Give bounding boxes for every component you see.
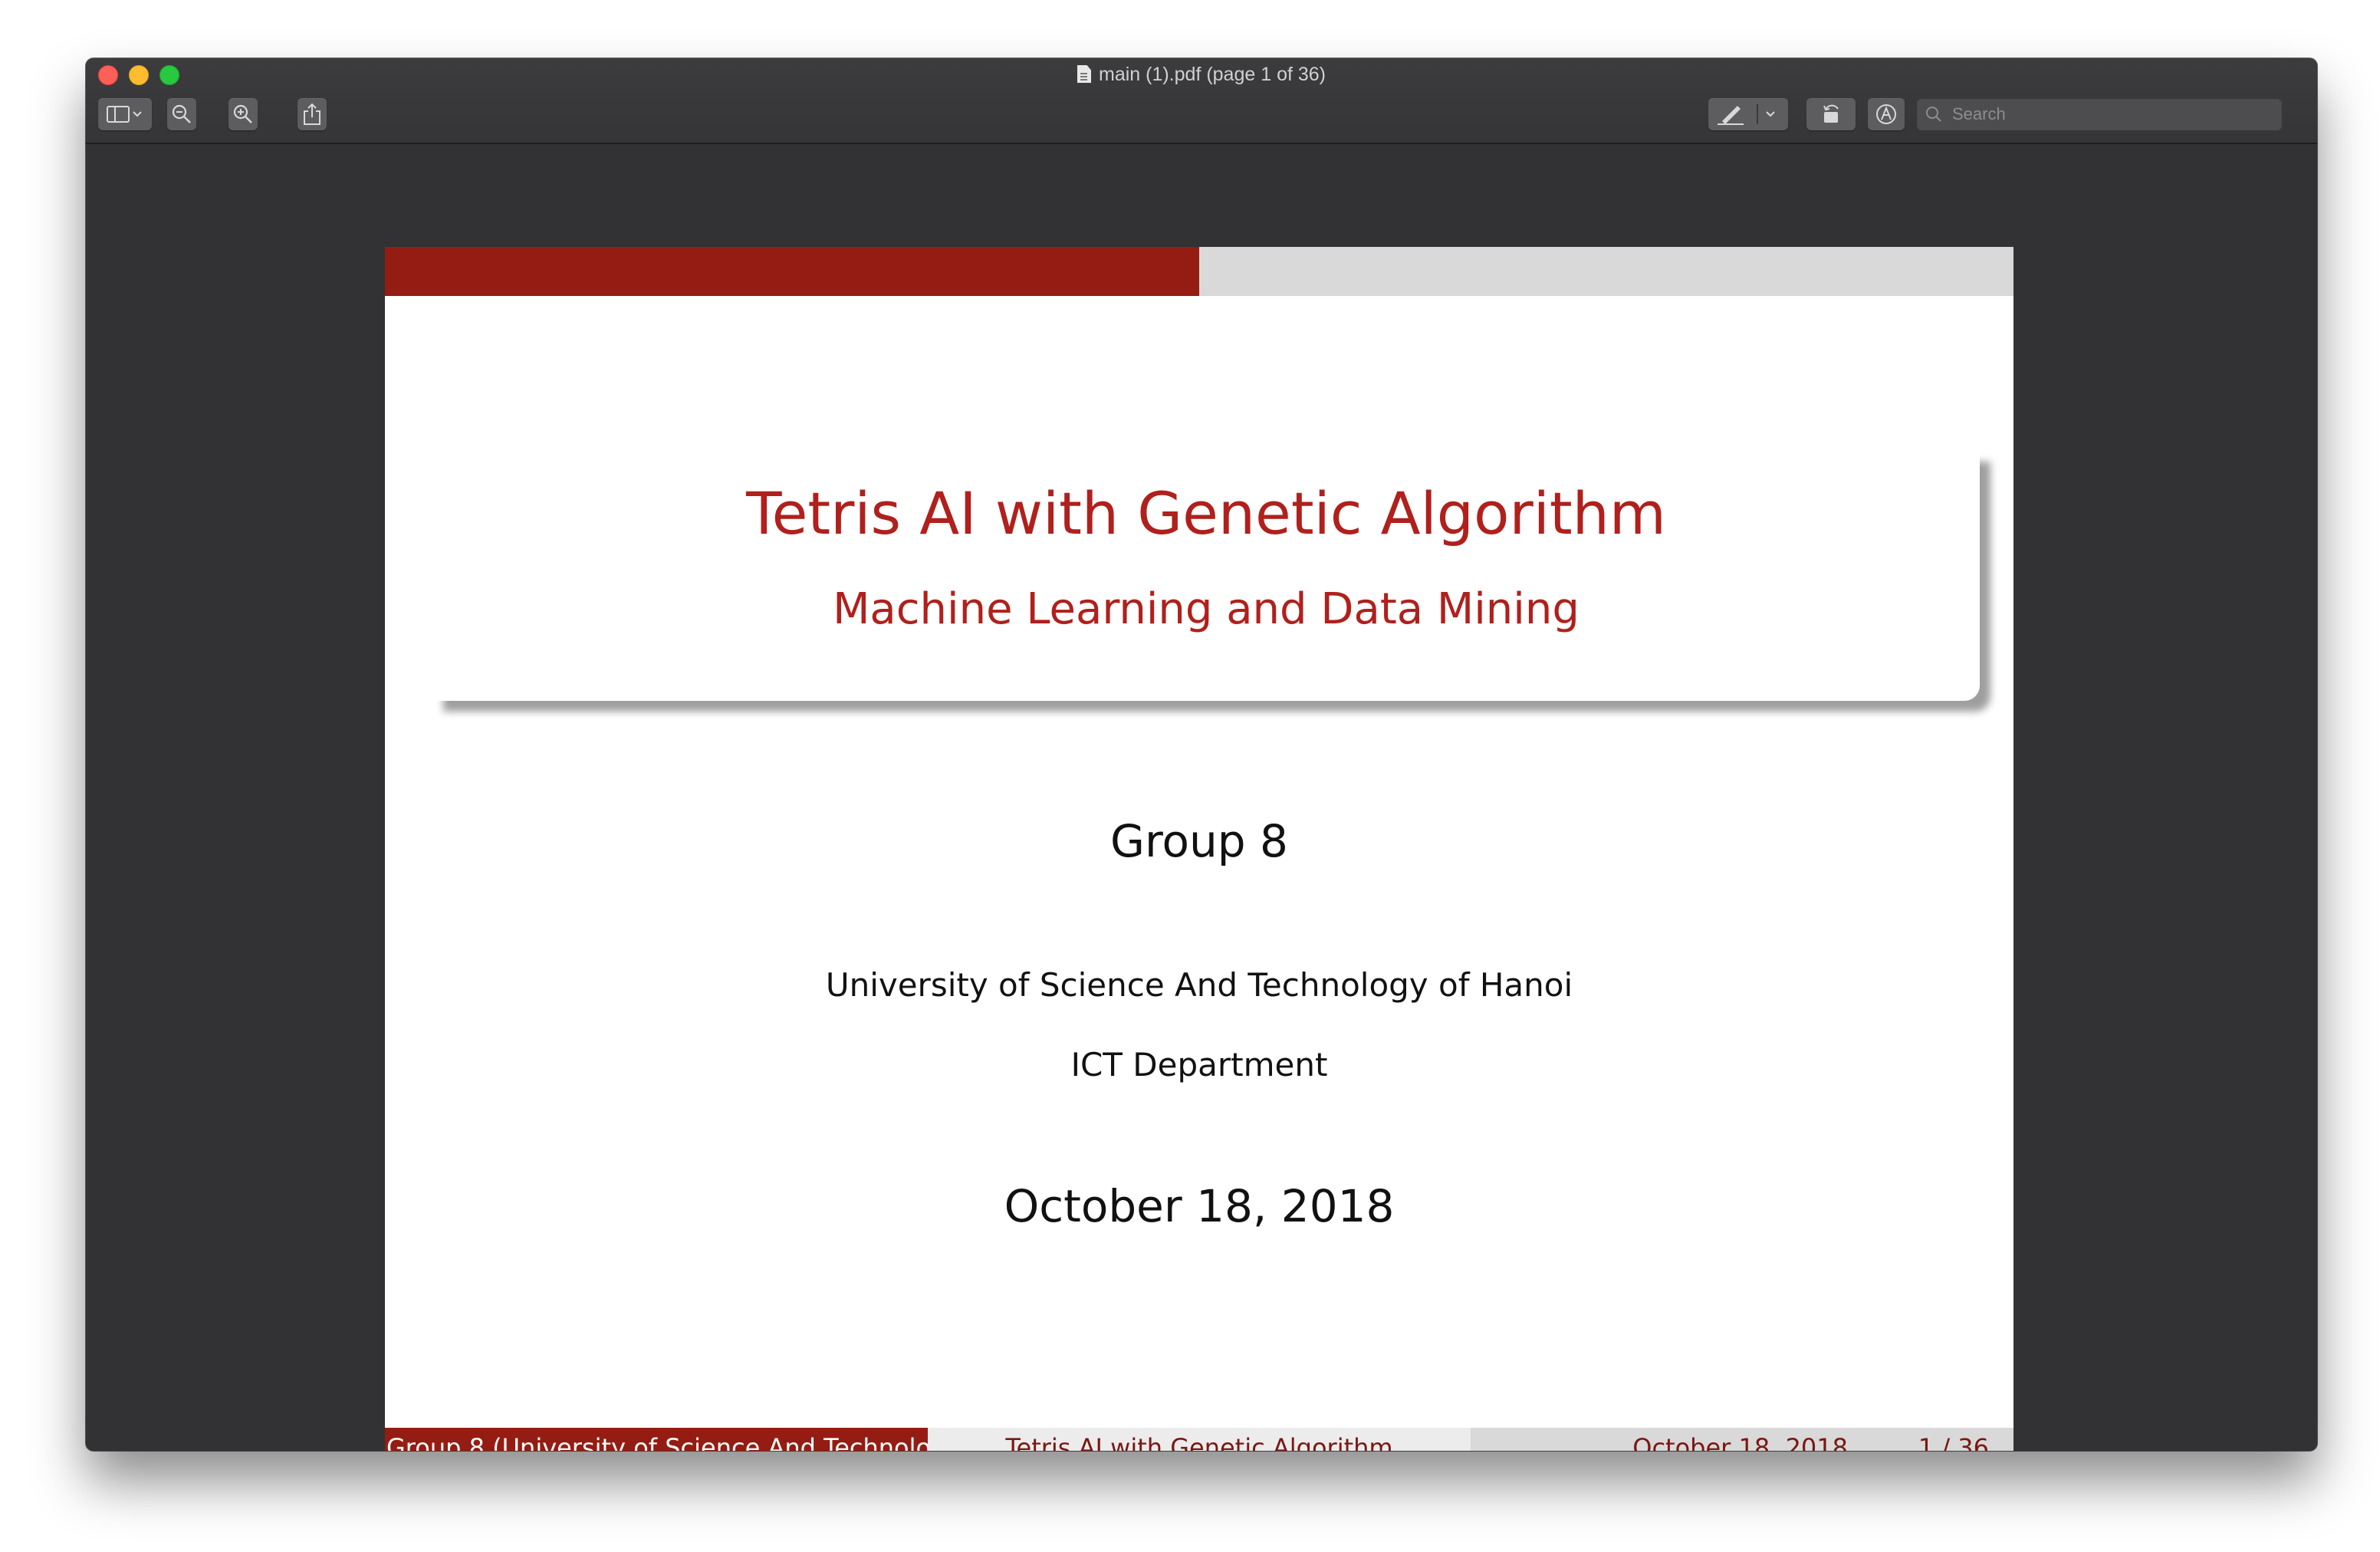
footer-page-number: 1 / 36: [1918, 1433, 1989, 1451]
slide-footer: Group 8 (University of Science And Techn…: [385, 1428, 2013, 1451]
window-title-text: main (1).pdf (page 1 of 36): [1099, 64, 1326, 85]
annotate-button[interactable]: [1868, 98, 1905, 130]
footer-date: October 18, 2018: [1632, 1433, 1848, 1451]
search-icon: [1926, 107, 1941, 122]
sidebar-toggle-icon: [107, 106, 142, 123]
zoom-in-button[interactable]: [228, 98, 258, 130]
title-block: Tetris AI with Genetic Algorithm Machine…: [432, 451, 1980, 701]
search-placeholder: Search: [1952, 104, 2006, 123]
slide-progress-filled: [385, 247, 1199, 296]
document-icon: [1077, 65, 1091, 83]
zoom-in-icon: [233, 104, 252, 123]
slide-title: Tetris AI with Genetic Algorithm: [746, 479, 1666, 547]
markup-pen-icon: [1718, 104, 1775, 125]
footer-right: October 18, 2018 1 / 36: [1471, 1428, 2013, 1451]
rotate-icon: [1823, 104, 1839, 123]
markup-button[interactable]: [1708, 98, 1788, 130]
document-viewport[interactable]: Tetris AI with Genetic Algorithm Machine…: [86, 144, 2317, 1451]
sidebar-toggle-button[interactable]: [98, 98, 152, 130]
slide-progress-remaining: [1199, 247, 2013, 296]
slide-institute: University of Science And Technology of …: [825, 966, 1573, 1004]
pdf-page: Tetris AI with Genetic Algorithm Machine…: [385, 247, 2013, 1451]
slide-subtitle: Machine Learning and Data Mining: [833, 584, 1580, 634]
annotate-icon: [1876, 104, 1896, 124]
slide-date: October 18, 2018: [1004, 1180, 1395, 1232]
rotate-button[interactable]: [1806, 98, 1856, 130]
share-icon: [304, 103, 321, 125]
zoom-out-button[interactable]: [167, 98, 196, 130]
slide-author: Group 8: [1110, 815, 1288, 867]
zoom-out-icon: [172, 104, 191, 123]
share-button[interactable]: [298, 98, 327, 130]
preview-window: main (1).pdf (page 1 of 36) Search Tetri…: [86, 58, 2317, 1451]
title-bar: main (1).pdf (page 1 of 36) Search: [86, 58, 2317, 144]
slide-department: ICT Department: [1070, 1046, 1328, 1083]
footer-title: Tetris AI with Genetic Algorithm: [928, 1428, 1471, 1451]
window-title: main (1).pdf (page 1 of 36): [86, 63, 2317, 86]
search-input[interactable]: Search: [1917, 98, 2282, 130]
footer-author: Group 8 (University of Science And Techn…: [385, 1428, 928, 1451]
